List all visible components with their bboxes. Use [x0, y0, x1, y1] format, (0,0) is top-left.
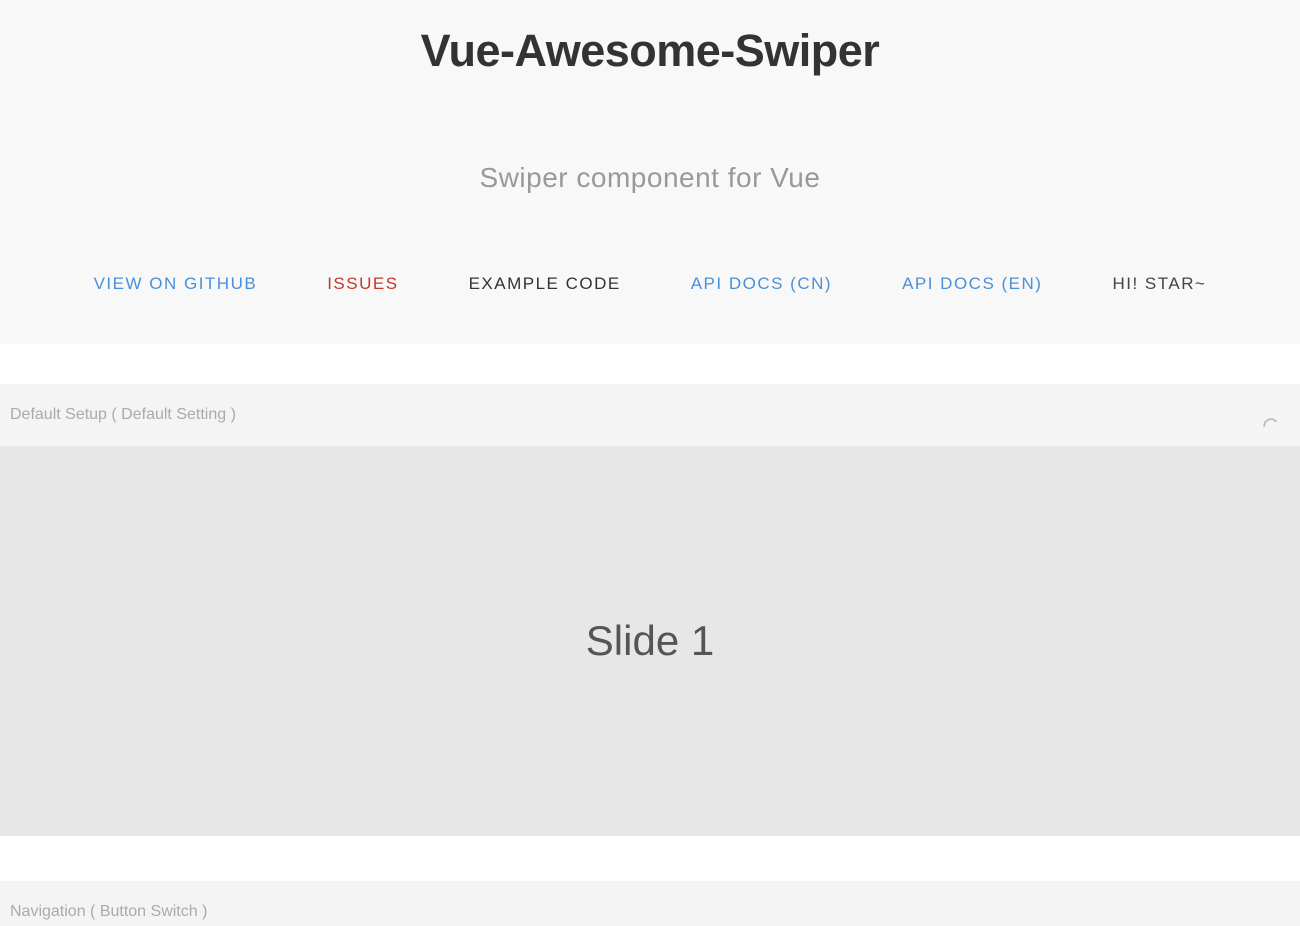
section-label-navigation: Navigation ( Button Switch ) — [0, 881, 1300, 926]
nav-link-github[interactable]: VIEW ON GITHUB — [94, 274, 258, 294]
section-label-default: Default Setup ( Default Setting ) — [0, 384, 1300, 446]
nav-link-example-code[interactable]: EXAMPLE CODE — [469, 274, 621, 294]
main-nav: VIEW ON GITHUB ISSUES EXAMPLE CODE API D… — [0, 274, 1300, 344]
nav-link-issues[interactable]: ISSUES — [327, 274, 398, 294]
page-subtitle: Swiper component for Vue — [0, 162, 1300, 194]
nav-link-api-docs-en[interactable]: API DOCS (EN) — [902, 274, 1042, 294]
nav-link-star[interactable]: HI! STAR~ — [1112, 274, 1206, 294]
page-title: Vue-Awesome-Swiper — [0, 15, 1300, 87]
refresh-icon[interactable] — [1262, 417, 1280, 441]
section-label-text: Default Setup ( Default Setting ) — [10, 406, 236, 423]
divider — [0, 344, 1300, 384]
header: Vue-Awesome-Swiper Swiper component for … — [0, 0, 1300, 344]
divider — [0, 836, 1300, 881]
slide-text: Slide 1 — [586, 617, 714, 665]
nav-link-api-docs-cn[interactable]: API DOCS (CN) — [691, 274, 832, 294]
section-label-text: Navigation ( Button Switch ) — [10, 903, 207, 920]
swiper-slide-area[interactable]: Slide 1 — [0, 446, 1300, 836]
